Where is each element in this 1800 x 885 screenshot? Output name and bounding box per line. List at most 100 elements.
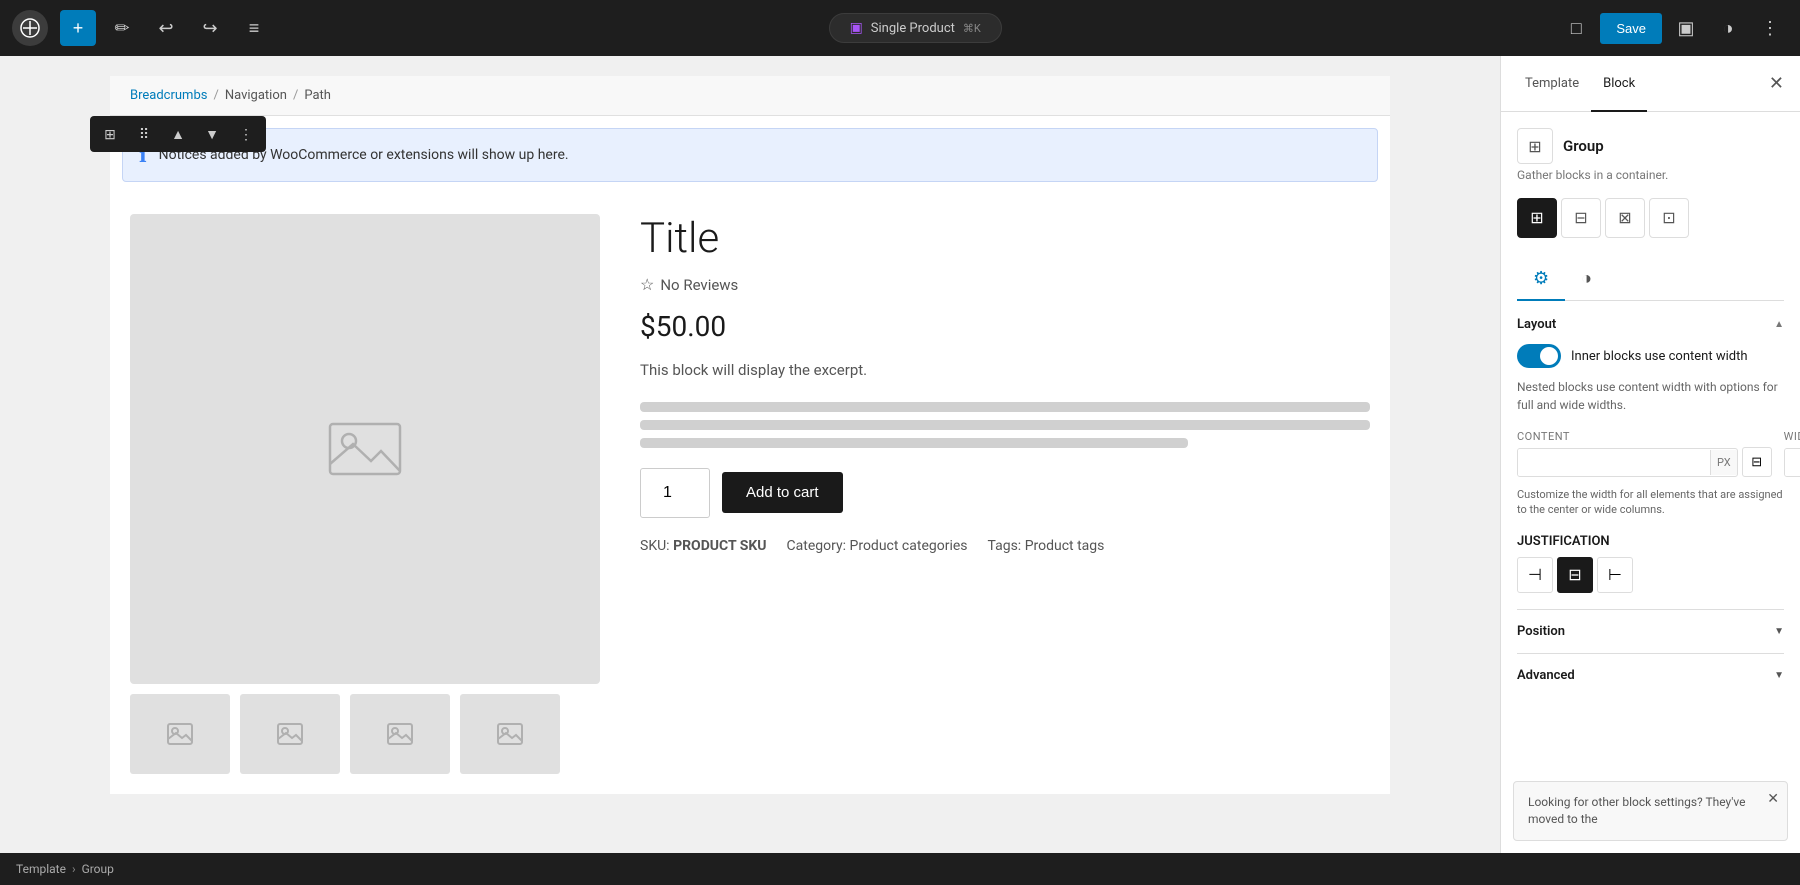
justification-label: JUSTIFICATION xyxy=(1517,534,1610,549)
sku-value: PRODUCT SKU xyxy=(673,538,766,554)
content-col: CONTENT PX ⊟ xyxy=(1517,430,1772,477)
content-align-button[interactable]: ⊟ xyxy=(1742,447,1772,477)
status-group-label[interactable]: Group xyxy=(82,862,114,876)
product-title: Title xyxy=(640,214,1370,263)
redo-button[interactable]: ↪ xyxy=(192,10,228,46)
canvas: Breadcrumbs / Navigation / Path ℹ Notice… xyxy=(110,76,1390,794)
toggle-sidebar-button[interactable]: ▣ xyxy=(1668,10,1704,46)
advanced-header[interactable]: Advanced ▼ xyxy=(1517,668,1784,683)
preview-button[interactable]: □ xyxy=(1558,10,1594,46)
justify-right-button[interactable]: ⊢ xyxy=(1597,557,1633,593)
thumbnail-4[interactable] xyxy=(460,694,560,774)
product-reviews[interactable]: ☆ No Reviews xyxy=(640,275,1370,294)
settings-tab-gear[interactable]: ⚙ xyxy=(1517,258,1565,301)
block-move-up-button[interactable]: ▲ xyxy=(162,118,194,150)
image-placeholder-icon xyxy=(325,409,405,489)
breadcrumb-item-breadcrumbs[interactable]: Breadcrumbs xyxy=(130,88,207,103)
layout-icon-flow-button[interactable]: ⊡ xyxy=(1649,198,1689,238)
toggle-description: Nested blocks use content width with opt… xyxy=(1517,378,1784,414)
product-price: $50.00 xyxy=(640,310,1370,343)
thumbnail-1[interactable] xyxy=(130,694,230,774)
tab-template[interactable]: Template xyxy=(1513,57,1591,112)
product-sku-category: SKU: PRODUCT SKU Category: Product categ… xyxy=(640,538,1370,554)
justification-buttons: ⊣ ⊟ ⊢ xyxy=(1517,557,1784,593)
content-width-input[interactable] xyxy=(1518,449,1710,476)
layout-section-title: Layout ▲ xyxy=(1517,317,1784,332)
layout-chevron[interactable]: ▲ xyxy=(1774,319,1784,330)
block-drag-button[interactable]: ⠿ xyxy=(128,118,160,150)
panel-close-button[interactable]: ✕ xyxy=(1765,69,1788,98)
status-template-label[interactable]: Template xyxy=(16,862,66,876)
category-label: Category: Product categories xyxy=(787,538,968,554)
toast-close-button[interactable]: ✕ xyxy=(1767,790,1779,807)
notice-bar: ℹ Notices added by WooCommerce or extens… xyxy=(122,128,1378,182)
content-wide-row: CONTENT PX ⊟ WIDE PX xyxy=(1517,430,1784,477)
thumbnail-2[interactable] xyxy=(240,694,340,774)
toolbar-center: ▣ Single Product ⌘K xyxy=(280,13,1550,43)
justify-center-button[interactable]: ⊟ xyxy=(1557,557,1593,593)
wide-label: WIDE xyxy=(1784,430,1800,443)
main-toolbar: + ✏ ↩ ↪ ≡ ▣ Single Product ⌘K □ Save ▣ ◑… xyxy=(0,0,1800,56)
breadcrumb-item-navigation: Navigation xyxy=(225,88,287,103)
options-button[interactable]: ⋮ xyxy=(1752,10,1788,46)
block-header: ⊞ Group xyxy=(1517,128,1784,164)
layout-icon-box-button[interactable]: ⊞ xyxy=(1517,198,1557,238)
tags-label: Tags: Product tags xyxy=(988,538,1105,554)
position-header[interactable]: Position ▼ xyxy=(1517,624,1784,639)
main-area: ⊞ ⠿ ▲ ▼ ⋮ Breadcrumbs / Navigation / Pat… xyxy=(0,56,1800,853)
breadcrumb-item-path: Path xyxy=(304,88,331,103)
add-block-button[interactable]: + xyxy=(60,10,96,46)
block-more-options-button[interactable]: ⋮ xyxy=(230,118,262,150)
inner-blocks-toggle[interactable] xyxy=(1517,344,1561,368)
quantity-input[interactable] xyxy=(640,468,710,518)
justify-left-button[interactable]: ⊣ xyxy=(1517,557,1553,593)
panel-body: ⊞ Group Gather blocks in a container. ⊞ … xyxy=(1501,112,1800,769)
tab-block[interactable]: Block xyxy=(1591,57,1647,112)
add-to-cart-row: Add to cart xyxy=(640,468,1370,518)
category-value: Product categories xyxy=(850,538,968,554)
settings-tab-contrast[interactable]: ◑ xyxy=(1565,258,1608,301)
advanced-chevron: ▼ xyxy=(1774,670,1784,681)
position-title: Position xyxy=(1517,624,1565,639)
wide-width-input[interactable] xyxy=(1785,449,1800,476)
meta-line-3 xyxy=(640,438,1188,448)
position-section: Position ▼ xyxy=(1517,609,1784,653)
wide-input-row: PX xyxy=(1784,448,1800,477)
list-view-button[interactable]: ≡ xyxy=(236,10,272,46)
meta-line-1 xyxy=(640,402,1370,412)
panel-header: Template Block ✕ xyxy=(1501,56,1800,112)
canvas-wrapper[interactable]: ⊞ ⠿ ▲ ▼ ⋮ Breadcrumbs / Navigation / Pat… xyxy=(0,56,1500,853)
position-chevron: ▼ xyxy=(1774,626,1784,637)
tags-value: Product tags xyxy=(1025,538,1105,554)
doc-title: Single Product xyxy=(871,21,955,36)
doc-title-pill[interactable]: ▣ Single Product ⌘K xyxy=(829,13,1002,43)
status-arrow: › xyxy=(72,862,76,876)
product-meta-lines xyxy=(640,402,1370,448)
settings-tabs: ⚙ ◑ xyxy=(1517,258,1784,301)
toggle-label: Inner blocks use content width xyxy=(1571,349,1748,364)
reviews-text: No Reviews xyxy=(660,276,738,294)
contrast-toggle-button[interactable]: ◑ xyxy=(1710,10,1746,46)
add-to-cart-button[interactable]: Add to cart xyxy=(722,472,843,513)
wide-col: WIDE PX ⊟ xyxy=(1784,430,1800,477)
layout-icon-columns-button[interactable]: ⊟ xyxy=(1561,198,1601,238)
advanced-section: Advanced ▼ xyxy=(1517,653,1784,697)
justification-section: JUSTIFICATION ⊣ ⊟ ⊢ xyxy=(1517,534,1784,593)
product-info: Title ☆ No Reviews $50.00 This block wil… xyxy=(640,214,1370,774)
advanced-title: Advanced xyxy=(1517,668,1575,683)
wordpress-logo[interactable] xyxy=(12,10,48,46)
block-select-parent-button[interactable]: ⊞ xyxy=(94,118,126,150)
product-excerpt: This block will display the excerpt. xyxy=(640,359,1370,382)
tools-button[interactable]: ✏ xyxy=(104,10,140,46)
save-button[interactable]: Save xyxy=(1600,13,1662,44)
content-input-row: PX xyxy=(1517,448,1738,477)
meta-line-2 xyxy=(640,420,1370,430)
sku-label: SKU: PRODUCT SKU xyxy=(640,538,767,554)
block-move-down-button[interactable]: ▼ xyxy=(196,118,228,150)
status-bar: Template › Group xyxy=(0,853,1800,885)
layout-title-text: Layout xyxy=(1517,317,1556,332)
thumbnail-3[interactable] xyxy=(350,694,450,774)
layout-icon-grid-button[interactable]: ⊠ xyxy=(1605,198,1645,238)
undo-button[interactable]: ↩ xyxy=(148,10,184,46)
width-input-description: Customize the width for all elements tha… xyxy=(1517,487,1784,518)
